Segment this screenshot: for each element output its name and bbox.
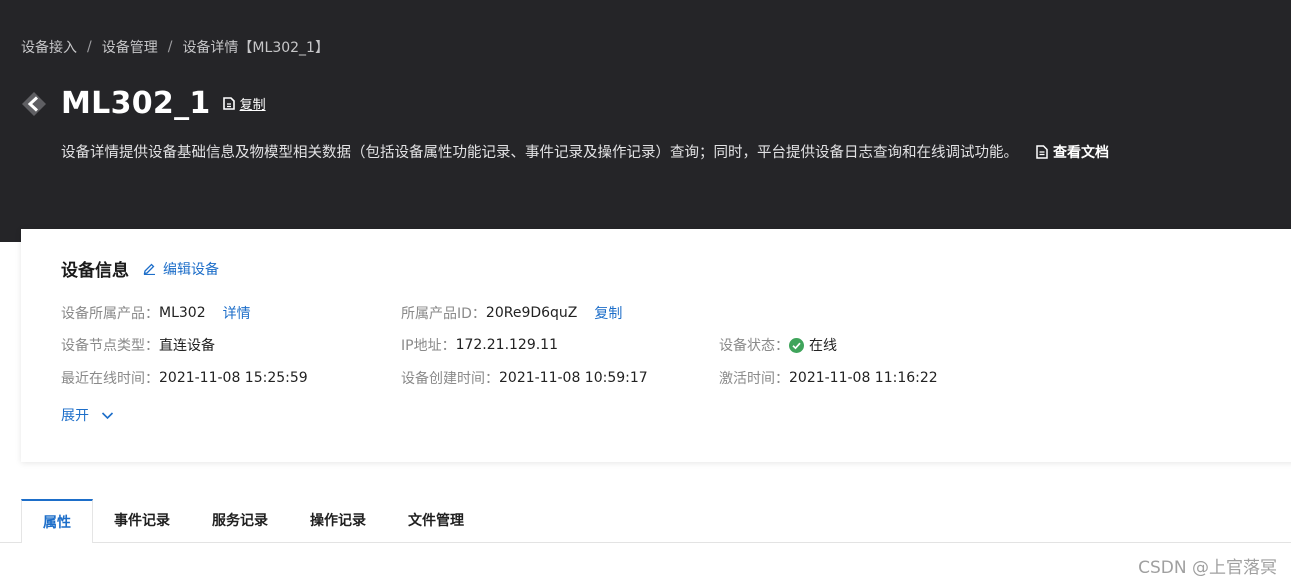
title-row: ML302_1 复制 xyxy=(20,86,266,121)
tab-properties[interactable]: 属性 xyxy=(21,499,93,543)
copy-product-id-link[interactable]: 复制 xyxy=(594,303,622,323)
breadcrumb-item-device-details: 设备详情【ML302_1】 xyxy=(182,40,329,56)
chevron-down-icon xyxy=(101,411,114,419)
card-title-row: 设备信息 编辑设备 xyxy=(61,256,219,281)
product-id-label: 所属产品ID： xyxy=(401,306,486,322)
info-product-id: 所属产品ID： 20Re9D6quZ 复制 xyxy=(401,303,622,323)
check-circle-icon xyxy=(789,337,804,353)
info-last-online: 最近在线时间： 2021-11-08 15:25:59 xyxy=(61,368,308,388)
activated-value: 2021-11-08 11:16:22 xyxy=(789,370,938,386)
breadcrumb-separator: / xyxy=(87,39,92,55)
product-details-link[interactable]: 详情 xyxy=(223,303,251,323)
last-online-label: 最近在线时间： xyxy=(61,371,159,387)
tab-service-records[interactable]: 服务记录 xyxy=(191,499,289,541)
view-docs-link[interactable]: 查看文档 xyxy=(1036,142,1109,162)
product-label: 设备所属产品： xyxy=(61,306,159,322)
info-node-type: 设备节点类型： 直连设备 xyxy=(61,335,215,355)
breadcrumb: 设备接入 / 设备管理 / 设备详情【ML302_1】 xyxy=(21,37,329,57)
page-description: 设备详情提供设备基础信息及物模型相关数据（包括设备属性功能记录、事件记录及操作记… xyxy=(61,145,1018,161)
breadcrumb-item-device-access[interactable]: 设备接入 xyxy=(21,37,77,57)
node-type-label: 设备节点类型： xyxy=(61,338,159,354)
breadcrumb-separator: / xyxy=(167,39,173,55)
expand-label: 展开 xyxy=(61,408,89,424)
device-info-title: 设备信息 xyxy=(61,261,129,281)
back-button[interactable] xyxy=(20,90,48,118)
created-value: 2021-11-08 10:59:17 xyxy=(499,370,648,386)
copy-title-label: 复制 xyxy=(239,98,266,113)
last-online-value: 2021-11-08 15:25:59 xyxy=(159,370,308,386)
product-value: ML302 xyxy=(159,305,206,321)
tab-bar: 属性 事件记录 服务记录 操作记录 文件管理 xyxy=(21,499,485,543)
view-docs-label: 查看文档 xyxy=(1053,144,1109,161)
tab-file-management[interactable]: 文件管理 xyxy=(387,499,485,541)
product-id-value: 20Re9D6quZ xyxy=(485,305,578,321)
back-arrow-icon xyxy=(22,91,46,116)
info-status: 设备状态： 在线 xyxy=(719,335,837,355)
edit-pencil-icon xyxy=(143,263,155,275)
info-activated: 激活时间： 2021-11-08 11:16:22 xyxy=(719,368,938,388)
ip-value: 172.21.129.11 xyxy=(455,337,559,353)
info-created: 设备创建时间： 2021-11-08 10:59:17 xyxy=(401,368,648,388)
info-product: 设备所属产品： ML302 详情 xyxy=(61,303,251,323)
created-label: 设备创建时间： xyxy=(401,371,499,387)
status-value: 在线 xyxy=(809,338,837,354)
node-type-value: 直连设备 xyxy=(159,338,215,354)
page-header: 设备接入 / 设备管理 / 设备详情【ML302_1】 ML302_1 复制 设… xyxy=(0,0,1291,242)
tab-operation-records[interactable]: 操作记录 xyxy=(289,499,387,541)
document-icon xyxy=(1036,144,1048,159)
ip-label: IP地址： xyxy=(401,338,456,354)
tabs-divider xyxy=(0,542,1291,543)
copy-icon xyxy=(222,97,235,110)
breadcrumb-item-device-management[interactable]: 设备管理 xyxy=(102,37,158,57)
watermark: CSDN @上官落冥 xyxy=(1138,558,1277,578)
status-label: 设备状态： xyxy=(719,338,789,354)
page-title: ML302_1 xyxy=(61,86,211,121)
device-info-card: 设备信息 编辑设备 设备所属产品： ML302 详情 所属产品ID： 20Re9… xyxy=(21,229,1291,462)
edit-device-label: 编辑设备 xyxy=(163,261,219,278)
description-row: 设备详情提供设备基础信息及物模型相关数据（包括设备属性功能记录、事件记录及操作记… xyxy=(61,141,1109,162)
info-ip: IP地址： 172.21.129.11 xyxy=(401,335,558,355)
copy-title-button[interactable]: 复制 xyxy=(222,94,266,113)
edit-device-button[interactable]: 编辑设备 xyxy=(143,259,219,279)
activated-label: 激活时间： xyxy=(719,371,789,387)
tab-event-records[interactable]: 事件记录 xyxy=(93,499,191,541)
expand-button[interactable]: 展开 xyxy=(61,405,114,425)
